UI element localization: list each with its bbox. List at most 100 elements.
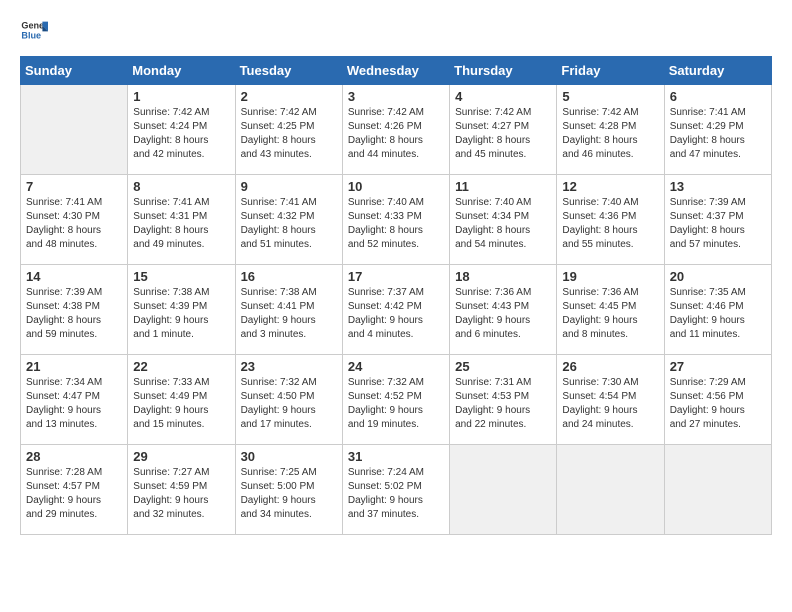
cell-info: Sunrise: 7:42 AMSunset: 4:25 PMDaylight:… — [241, 106, 337, 162]
cell-info: Sunrise: 7:36 AMSunset: 4:43 PMDaylight:… — [455, 286, 551, 342]
day-number: 18 — [455, 269, 551, 284]
cell-info: Sunrise: 7:33 AMSunset: 4:49 PMDaylight:… — [133, 376, 229, 432]
day-number: 24 — [348, 359, 444, 374]
logo: General Blue — [20, 16, 48, 44]
cell-info: Sunrise: 7:38 AMSunset: 4:39 PMDaylight:… — [133, 286, 229, 342]
day-number: 25 — [455, 359, 551, 374]
week-row-3: 14Sunrise: 7:39 AMSunset: 4:38 PMDayligh… — [21, 265, 772, 355]
cell-info: Sunrise: 7:40 AMSunset: 4:34 PMDaylight:… — [455, 196, 551, 252]
calendar-cell — [557, 445, 664, 535]
calendar-cell — [21, 85, 128, 175]
cell-info: Sunrise: 7:42 AMSunset: 4:26 PMDaylight:… — [348, 106, 444, 162]
day-number: 20 — [670, 269, 766, 284]
calendar-cell: 15 Sunrise: 7:38 AMSunset: 4:39 PMDayligh… — [128, 265, 235, 355]
cell-info: Sunrise: 7:41 AMSunset: 4:30 PMDaylight:… — [26, 196, 122, 252]
cell-info: Sunrise: 7:31 AMSunset: 4:53 PMDaylight:… — [455, 376, 551, 432]
day-number: 26 — [562, 359, 658, 374]
week-row-2: 7 Sunrise: 7:41 AMSunset: 4:30 PMDaylight… — [21, 175, 772, 265]
cell-info: Sunrise: 7:41 AMSunset: 4:31 PMDaylight:… — [133, 196, 229, 252]
cell-info: Sunrise: 7:29 AMSunset: 4:56 PMDaylight:… — [670, 376, 766, 432]
calendar-cell: 3Sunrise: 7:42 AMSunset: 4:26 PMDaylight… — [342, 85, 449, 175]
day-number: 2 — [241, 89, 337, 104]
calendar-cell: 14Sunrise: 7:39 AMSunset: 4:38 PMDayligh… — [21, 265, 128, 355]
cell-info: Sunrise: 7:42 AMSunset: 4:27 PMDaylight:… — [455, 106, 551, 162]
calendar-cell: 1 Sunrise: 7:42 AMSunset: 4:24 PMDaylight… — [128, 85, 235, 175]
calendar-cell: 25 Sunrise: 7:31 AMSunset: 4:53 PMDayligh… — [450, 355, 557, 445]
svg-text:Blue: Blue — [21, 30, 41, 40]
calendar-cell: 22 Sunrise: 7:33 AMSunset: 4:49 PMDayligh… — [128, 355, 235, 445]
weekday-header-monday: Monday — [128, 57, 235, 85]
calendar-table: SundayMondayTuesdayWednesdayThursdayFrid… — [20, 56, 772, 535]
day-number: 7 — [26, 179, 122, 194]
day-number: 17 — [348, 269, 444, 284]
calendar-cell: 18 Sunrise: 7:36 AMSunset: 4:43 PMDayligh… — [450, 265, 557, 355]
week-row-1: 1 Sunrise: 7:42 AMSunset: 4:24 PMDaylight… — [21, 85, 772, 175]
day-number: 19 — [562, 269, 658, 284]
calendar-cell — [450, 445, 557, 535]
day-number: 28 — [26, 449, 122, 464]
calendar-cell: 31Sunrise: 7:24 AMSunset: 5:02 PMDayligh… — [342, 445, 449, 535]
calendar-cell: 27 Sunrise: 7:29 AMSunset: 4:56 PMDayligh… — [664, 355, 771, 445]
day-number: 30 — [241, 449, 337, 464]
week-row-4: 21Sunrise: 7:34 AMSunset: 4:47 PMDayligh… — [21, 355, 772, 445]
calendar-cell: 6 Sunrise: 7:41 AMSunset: 4:29 PMDaylight… — [664, 85, 771, 175]
day-number: 14 — [26, 269, 122, 284]
calendar-cell: 11 Sunrise: 7:40 AMSunset: 4:34 PMDayligh… — [450, 175, 557, 265]
weekday-header-row: SundayMondayTuesdayWednesdayThursdayFrid… — [21, 57, 772, 85]
cell-info: Sunrise: 7:39 AMSunset: 4:37 PMDaylight:… — [670, 196, 766, 252]
cell-info: Sunrise: 7:30 AMSunset: 4:54 PMDaylight:… — [562, 376, 658, 432]
cell-info: Sunrise: 7:24 AMSunset: 5:02 PMDaylight:… — [348, 466, 444, 522]
cell-info: Sunrise: 7:34 AMSunset: 4:47 PMDaylight:… — [26, 376, 122, 432]
calendar-cell: 17 Sunrise: 7:37 AMSunset: 4:42 PMDayligh… — [342, 265, 449, 355]
calendar-cell: 30 Sunrise: 7:25 AMSunset: 5:00 PMDayligh… — [235, 445, 342, 535]
cell-info: Sunrise: 7:32 AMSunset: 4:50 PMDaylight:… — [241, 376, 337, 432]
day-number: 23 — [241, 359, 337, 374]
cell-info: Sunrise: 7:42 AMSunset: 4:28 PMDaylight:… — [562, 106, 658, 162]
calendar-cell — [664, 445, 771, 535]
calendar-cell: 8 Sunrise: 7:41 AMSunset: 4:31 PMDaylight… — [128, 175, 235, 265]
day-number: 1 — [133, 89, 229, 104]
cell-info: Sunrise: 7:40 AMSunset: 4:33 PMDaylight:… — [348, 196, 444, 252]
cell-info: Sunrise: 7:37 AMSunset: 4:42 PMDaylight:… — [348, 286, 444, 342]
cell-info: Sunrise: 7:38 AMSunset: 4:41 PMDaylight:… — [241, 286, 337, 342]
calendar-cell: 7 Sunrise: 7:41 AMSunset: 4:30 PMDaylight… — [21, 175, 128, 265]
day-number: 27 — [670, 359, 766, 374]
header: General Blue — [20, 16, 772, 44]
calendar-cell: 21Sunrise: 7:34 AMSunset: 4:47 PMDayligh… — [21, 355, 128, 445]
calendar-cell: 9Sunrise: 7:41 AMSunset: 4:32 PMDaylight… — [235, 175, 342, 265]
cell-info: Sunrise: 7:25 AMSunset: 5:00 PMDaylight:… — [241, 466, 337, 522]
calendar-cell: 24 Sunrise: 7:32 AMSunset: 4:52 PMDayligh… — [342, 355, 449, 445]
cell-info: Sunrise: 7:41 AMSunset: 4:29 PMDaylight:… — [670, 106, 766, 162]
cell-info: Sunrise: 7:40 AMSunset: 4:36 PMDaylight:… — [562, 196, 658, 252]
weekday-header-wednesday: Wednesday — [342, 57, 449, 85]
calendar-cell: 28 Sunrise: 7:28 AMSunset: 4:57 PMDayligh… — [21, 445, 128, 535]
calendar-cell: 4Sunrise: 7:42 AMSunset: 4:27 PMDaylight… — [450, 85, 557, 175]
calendar-cell: 13 Sunrise: 7:39 AMSunset: 4:37 PMDayligh… — [664, 175, 771, 265]
day-number: 11 — [455, 179, 551, 194]
calendar-cell: 5 Sunrise: 7:42 AMSunset: 4:28 PMDaylight… — [557, 85, 664, 175]
logo-icon: General Blue — [20, 16, 48, 44]
day-number: 16 — [241, 269, 337, 284]
day-number: 22 — [133, 359, 229, 374]
calendar-cell: 10Sunrise: 7:40 AMSunset: 4:33 PMDayligh… — [342, 175, 449, 265]
cell-info: Sunrise: 7:42 AMSunset: 4:24 PMDaylight:… — [133, 106, 229, 162]
day-number: 6 — [670, 89, 766, 104]
calendar-cell: 26 Sunrise: 7:30 AMSunset: 4:54 PMDayligh… — [557, 355, 664, 445]
cell-info: Sunrise: 7:32 AMSunset: 4:52 PMDaylight:… — [348, 376, 444, 432]
day-number: 8 — [133, 179, 229, 194]
cell-info: Sunrise: 7:27 AMSunset: 4:59 PMDaylight:… — [133, 466, 229, 522]
calendar-cell: 23 Sunrise: 7:32 AMSunset: 4:50 PMDayligh… — [235, 355, 342, 445]
cell-info: Sunrise: 7:28 AMSunset: 4:57 PMDaylight:… — [26, 466, 122, 522]
calendar-cell: 29 Sunrise: 7:27 AMSunset: 4:59 PMDayligh… — [128, 445, 235, 535]
weekday-header-saturday: Saturday — [664, 57, 771, 85]
day-number: 13 — [670, 179, 766, 194]
day-number: 15 — [133, 269, 229, 284]
weekday-header-friday: Friday — [557, 57, 664, 85]
calendar-container: General Blue SundayMondayTuesdayWednesda… — [0, 0, 792, 551]
calendar-cell: 20 Sunrise: 7:35 AMSunset: 4:46 PMDayligh… — [664, 265, 771, 355]
day-number: 29 — [133, 449, 229, 464]
weekday-header-tuesday: Tuesday — [235, 57, 342, 85]
calendar-cell: 12Sunrise: 7:40 AMSunset: 4:36 PMDayligh… — [557, 175, 664, 265]
day-number: 5 — [562, 89, 658, 104]
cell-info: Sunrise: 7:35 AMSunset: 4:46 PMDaylight:… — [670, 286, 766, 342]
